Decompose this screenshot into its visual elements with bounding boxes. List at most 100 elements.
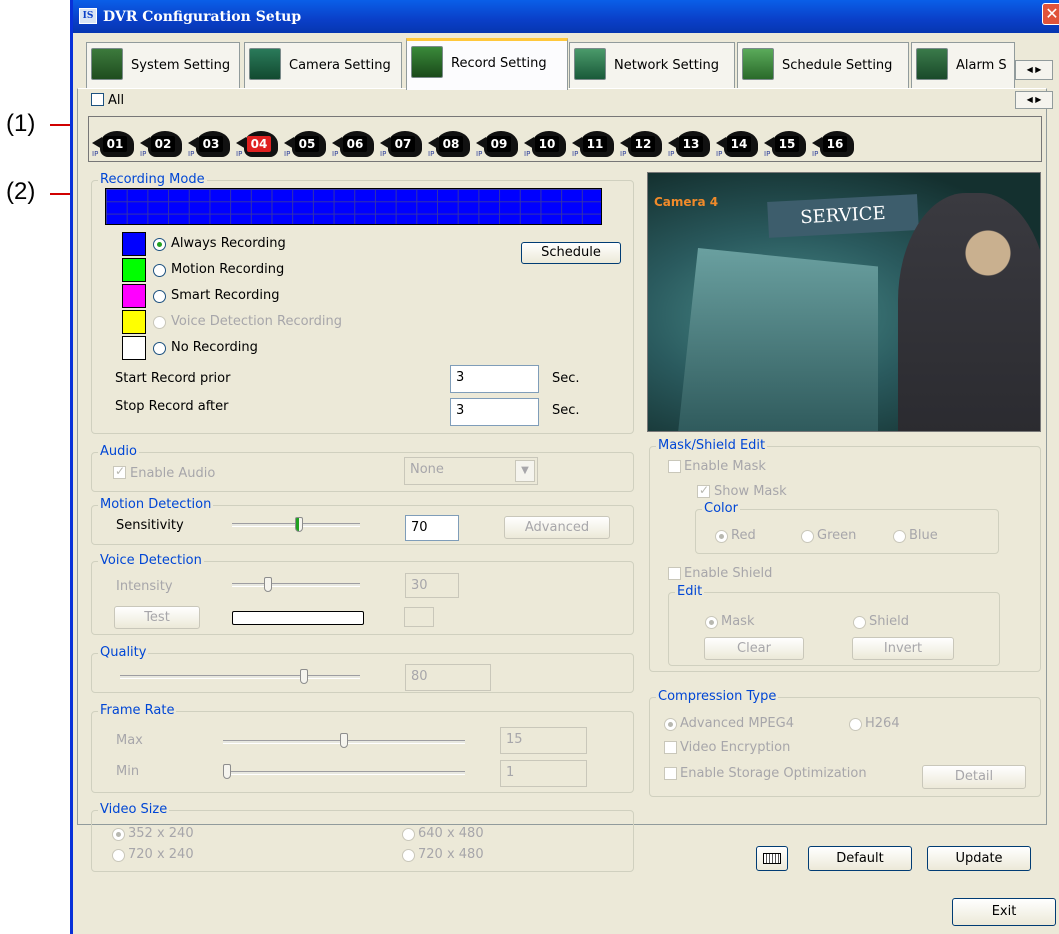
title-bar[interactable]: IS DVR Configuration Setup ✕ [73, 0, 1059, 33]
quality-value[interactable]: 80 [405, 664, 491, 691]
enable-shield-label: Enable Shield [684, 566, 773, 581]
h264-radio[interactable] [849, 718, 862, 731]
ip-tag: IP [284, 150, 291, 158]
enable-mask-checkbox[interactable] [668, 460, 681, 473]
atm-scene [678, 248, 878, 431]
shield-edit-title: Edit [675, 584, 705, 599]
tab-record-setting[interactable]: Record Setting [406, 38, 568, 90]
stop-record-label: Stop Record after [115, 399, 229, 414]
start-record-input[interactable]: 3 [450, 365, 539, 393]
mode-radio-1[interactable] [153, 264, 166, 277]
frame-max-label: Max [116, 733, 143, 748]
size-640x480-radio[interactable] [402, 828, 415, 841]
advanced-mpeg4-radio[interactable] [664, 718, 677, 731]
color-green-radio[interactable] [801, 530, 814, 543]
enable-audio-checkbox[interactable] [113, 464, 126, 479]
tab-alarm-setting[interactable]: Alarm S [911, 42, 1015, 88]
camera-10-button[interactable]: 10 IP [524, 128, 574, 160]
mode-color-swatch [122, 310, 146, 334]
video-encryption-checkbox[interactable] [664, 741, 677, 754]
computer-icon [91, 48, 123, 80]
frame-min-slider-thumb[interactable] [223, 764, 231, 779]
clear-button[interactable]: Clear [704, 637, 804, 660]
intensity-label: Intensity [116, 579, 173, 594]
motion-detection-title: Motion Detection [98, 497, 214, 512]
close-button[interactable]: ✕ [1042, 3, 1059, 25]
exit-button[interactable]: Exit [952, 898, 1056, 926]
advanced-button[interactable]: Advanced [504, 516, 610, 539]
camera-09-button[interactable]: 09 IP [476, 128, 526, 160]
mode-radio-0[interactable] [153, 238, 166, 251]
mode-radio-2[interactable] [153, 290, 166, 303]
camera-number: 10 [535, 136, 559, 152]
frame-min-value[interactable]: 1 [500, 760, 587, 787]
camera-13-button[interactable]: 13 IP [668, 128, 718, 160]
camera-02-button[interactable]: 02 IP [140, 128, 190, 160]
camera-number: 09 [487, 136, 511, 152]
edit-shield-label: Shield [869, 614, 909, 629]
frame-max-value[interactable]: 15 [500, 727, 587, 754]
ip-tag: IP [428, 150, 435, 158]
camera-15-button[interactable]: 15 IP [764, 128, 814, 160]
enable-mask-label: Enable Mask [684, 459, 766, 474]
detail-button[interactable]: Detail [922, 765, 1026, 789]
alarm-speaker-icon [916, 48, 948, 80]
camera-06-button[interactable]: 06 IP [332, 128, 382, 160]
voice-test-button[interactable]: Test [114, 606, 200, 629]
recording-mode-title: Recording Mode [98, 172, 207, 187]
camera-14-button[interactable]: 14 IP [716, 128, 766, 160]
sensitivity-value[interactable]: 70 [405, 515, 459, 541]
callout-2: (2) [6, 178, 36, 205]
camera-11-button[interactable]: 11 IP [572, 128, 622, 160]
color-blue-radio[interactable] [893, 530, 906, 543]
size-720x480-radio[interactable] [402, 849, 415, 862]
size-720x240-radio[interactable] [112, 849, 125, 862]
tab-schedule-setting[interactable]: Schedule Setting [737, 42, 909, 88]
ip-tag: IP [716, 150, 723, 158]
schedule-button[interactable]: Schedule [521, 242, 621, 264]
update-button[interactable]: Update [927, 846, 1031, 871]
camera-12-button[interactable]: 12 IP [620, 128, 670, 160]
tab-camera-setting[interactable]: Camera Setting [244, 42, 402, 88]
camera-number: 04 [247, 136, 271, 152]
quality-slider-thumb[interactable] [300, 669, 309, 684]
show-mask-checkbox[interactable] [697, 483, 710, 498]
ip-tag: IP [188, 150, 195, 158]
camera-05-button[interactable]: 05 IP [284, 128, 334, 160]
keyboard-button[interactable] [756, 846, 788, 871]
tab-network-setting[interactable]: Network Setting [569, 42, 735, 88]
stop-record-input[interactable]: 3 [450, 398, 539, 426]
camera-scroll-arrows[interactable]: ◀ ▶ [1015, 91, 1053, 109]
camera-01-button[interactable]: 01 IP [92, 128, 142, 160]
camera-04-button[interactable]: 04 IP [236, 128, 286, 160]
camera-number: 01 [103, 136, 127, 152]
mode-color-swatch [122, 284, 146, 308]
camera-08-button[interactable]: 08 IP [428, 128, 478, 160]
camera-number: 12 [631, 136, 655, 152]
enable-shield-checkbox[interactable] [668, 567, 681, 580]
mode-radio-4[interactable] [153, 342, 166, 355]
invert-button[interactable]: Invert [852, 637, 954, 660]
camera-16-button[interactable]: 16 IP [812, 128, 862, 160]
mode-radio-3[interactable] [153, 316, 166, 329]
edit-mask-radio[interactable] [705, 616, 718, 629]
all-checkbox[interactable] [91, 93, 104, 106]
ip-tag: IP [380, 150, 387, 158]
intensity-value[interactable]: 30 [405, 573, 459, 598]
camera-03-button[interactable]: 03 IP [188, 128, 238, 160]
edit-shield-radio[interactable] [853, 616, 866, 629]
frame-rate-title: Frame Rate [98, 703, 177, 718]
intensity-slider-thumb[interactable] [264, 577, 273, 592]
tab-system-setting[interactable]: System Setting [86, 42, 240, 88]
default-button[interactable]: Default [808, 846, 912, 871]
tab-scroll-arrows[interactable]: ◀ ▶ [1015, 60, 1053, 80]
sensitivity-slider-thumb[interactable] [295, 517, 303, 532]
camera-07-button[interactable]: 07 IP [380, 128, 430, 160]
storage-optimization-checkbox[interactable] [664, 767, 677, 780]
size-352x240-radio[interactable] [112, 828, 125, 841]
frame-min-slider-track [223, 771, 465, 775]
chevron-down-icon[interactable]: ▼ [515, 460, 535, 482]
recording-schedule-bar[interactable] [105, 188, 602, 225]
color-red-radio[interactable] [715, 530, 728, 543]
frame-max-slider-thumb[interactable] [340, 733, 348, 748]
